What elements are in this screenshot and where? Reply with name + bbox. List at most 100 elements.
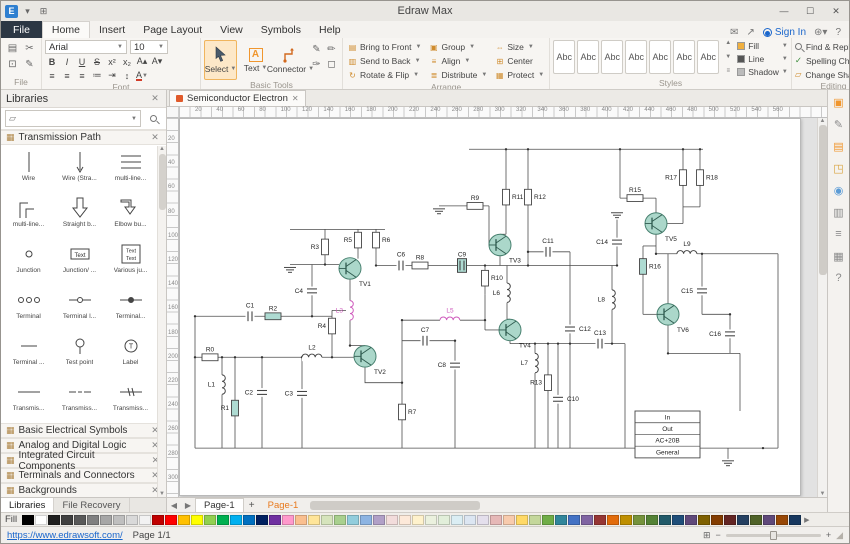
- color-swatch[interactable]: [464, 515, 476, 525]
- color-swatch[interactable]: [165, 515, 177, 525]
- color-swatch[interactable]: [360, 515, 372, 525]
- strikethrough-button[interactable]: S: [90, 55, 104, 68]
- color-swatch[interactable]: [529, 515, 541, 525]
- format-icon[interactable]: ▣: [831, 94, 847, 110]
- zoom-in-icon[interactable]: +: [826, 530, 831, 540]
- page-next-icon[interactable]: ▶: [181, 501, 195, 510]
- color-swatch[interactable]: [204, 515, 216, 525]
- color-swatch[interactable]: [22, 515, 34, 525]
- color-swatch[interactable]: [191, 515, 203, 525]
- font-color-button[interactable]: A▼: [135, 69, 149, 82]
- save-icon[interactable]: ▾: [21, 6, 34, 17]
- color-swatch[interactable]: [516, 515, 528, 525]
- underline-button[interactable]: U: [75, 55, 89, 68]
- subscript-button[interactable]: x₂: [120, 55, 134, 68]
- memo-icon[interactable]: ▦: [831, 248, 847, 264]
- scroll-thumb[interactable]: [819, 125, 827, 275]
- feedback-icon[interactable]: ✉: [730, 27, 738, 38]
- size-button[interactable]: ⇔Size▼: [493, 40, 546, 54]
- tab-symbols[interactable]: Symbols: [252, 22, 310, 38]
- color-swatch[interactable]: [334, 515, 346, 525]
- style-preview-3[interactable]: Abc: [601, 40, 623, 74]
- color-swatch[interactable]: [503, 515, 515, 525]
- color-swatch[interactable]: [282, 515, 294, 525]
- library-symbol-wire[interactable]: Wire: [3, 147, 54, 193]
- color-swatch[interactable]: [555, 515, 567, 525]
- center-button[interactable]: ⊞Center: [493, 54, 546, 68]
- color-swatch[interactable]: [633, 515, 645, 525]
- library-symbol-terminal[interactable]: Terminal: [3, 285, 54, 331]
- tab-insert[interactable]: Insert: [90, 22, 134, 38]
- horizontal-scrollbar[interactable]: [306, 498, 827, 512]
- color-swatch[interactable]: [750, 515, 762, 525]
- color-swatch[interactable]: [412, 515, 424, 525]
- color-swatch[interactable]: [321, 515, 333, 525]
- font-name-select[interactable]: Arial▼: [45, 40, 127, 54]
- color-swatch[interactable]: [217, 515, 229, 525]
- library-symbol-multi-line[interactable]: multi-line...: [105, 147, 156, 193]
- superscript-button[interactable]: x²: [105, 55, 119, 68]
- shrink-font-button[interactable]: A▾: [150, 55, 164, 68]
- color-swatch[interactable]: [581, 515, 593, 525]
- scroll-up-icon[interactable]: ▲: [159, 146, 165, 152]
- tab-view[interactable]: View: [211, 22, 252, 38]
- pencil-tool-button[interactable]: ✎: [309, 42, 324, 57]
- protect-button[interactable]: ▦Protect▼: [493, 68, 546, 82]
- color-swatch[interactable]: [87, 515, 99, 525]
- sign-in-button[interactable]: Sign In: [763, 27, 806, 38]
- color-swatch[interactable]: [568, 515, 580, 525]
- color-swatch[interactable]: [373, 515, 385, 525]
- style-preview-1[interactable]: Abc: [553, 40, 575, 74]
- add-page-button[interactable]: +: [244, 500, 260, 511]
- spelling-check-button[interactable]: ✓Spelling Check: [795, 54, 849, 67]
- clipart-icon[interactable]: ◳: [831, 160, 847, 176]
- library-symbol-wire-stra[interactable]: Wire (Stra...: [54, 147, 105, 193]
- panel-tab-libraries[interactable]: Libraries: [1, 498, 54, 512]
- color-swatch[interactable]: [139, 515, 151, 525]
- bullets-button[interactable]: ≔: [90, 69, 104, 82]
- color-swatch[interactable]: [399, 515, 411, 525]
- section-basic-electrical-symbols[interactable]: ▦Basic Electrical Symbols✕: [1, 423, 166, 438]
- grow-font-button[interactable]: A▴: [135, 55, 149, 68]
- zoom-out-icon[interactable]: −: [716, 530, 721, 540]
- library-symbol-transmiss[interactable]: Transmiss...: [54, 377, 105, 423]
- library-symbol-terminal[interactable]: Terminal...: [105, 285, 156, 331]
- color-swatch[interactable]: [347, 515, 359, 525]
- align-button[interactable]: ≡Align▼: [427, 54, 489, 68]
- color-swatch[interactable]: [152, 515, 164, 525]
- line-spacing-button[interactable]: ↕: [120, 69, 134, 82]
- library-symbol-test-point[interactable]: Test point: [54, 331, 105, 377]
- color-swatch[interactable]: [477, 515, 489, 525]
- color-swatch[interactable]: [126, 515, 138, 525]
- help-icon[interactable]: ?: [831, 270, 847, 286]
- tab-help[interactable]: Help: [310, 22, 350, 38]
- color-swatch[interactable]: [74, 515, 86, 525]
- color-swatch[interactable]: [490, 515, 502, 525]
- library-symbol-transmis[interactable]: Transmis...: [3, 377, 54, 423]
- palette-more-icon[interactable]: ▶: [804, 516, 809, 524]
- theme-icon[interactable]: ✎: [831, 116, 847, 132]
- fill-button[interactable]: Fill▼: [737, 40, 788, 52]
- settings-gear-icon[interactable]: ⊛▾: [814, 27, 827, 38]
- copy-button[interactable]: ⊡: [4, 56, 21, 72]
- distribute-button[interactable]: ≣Distribute▼: [427, 68, 489, 82]
- paste-button[interactable]: ▤: [4, 40, 21, 56]
- text-tool-button[interactable]: A Text▼: [239, 40, 272, 80]
- help-icon[interactable]: ?: [835, 27, 841, 38]
- libraries-close-icon[interactable]: ✕: [149, 93, 161, 104]
- library-symbol-terminal[interactable]: Terminal ...: [3, 331, 54, 377]
- section-transmission-path[interactable]: ▦ Transmission Path ✕: [1, 130, 166, 145]
- color-swatch[interactable]: [763, 515, 775, 525]
- color-swatch[interactable]: [256, 515, 268, 525]
- color-swatch[interactable]: [620, 515, 632, 525]
- color-swatch[interactable]: [594, 515, 606, 525]
- italic-button[interactable]: I: [60, 55, 74, 68]
- scroll-down-icon[interactable]: ▼: [159, 491, 165, 497]
- document-tab-close-icon[interactable]: ✕: [292, 94, 299, 103]
- bring-to-front-button[interactable]: ▤Bring to Front▼: [346, 40, 423, 54]
- color-swatch[interactable]: [737, 515, 749, 525]
- group-button[interactable]: ▣Group▼: [427, 40, 489, 54]
- close-button[interactable]: ✕: [823, 1, 849, 21]
- section-integrated-circuit-components[interactable]: ▦Integrated Circuit Components✕: [1, 453, 166, 468]
- minimize-button[interactable]: —: [771, 1, 797, 21]
